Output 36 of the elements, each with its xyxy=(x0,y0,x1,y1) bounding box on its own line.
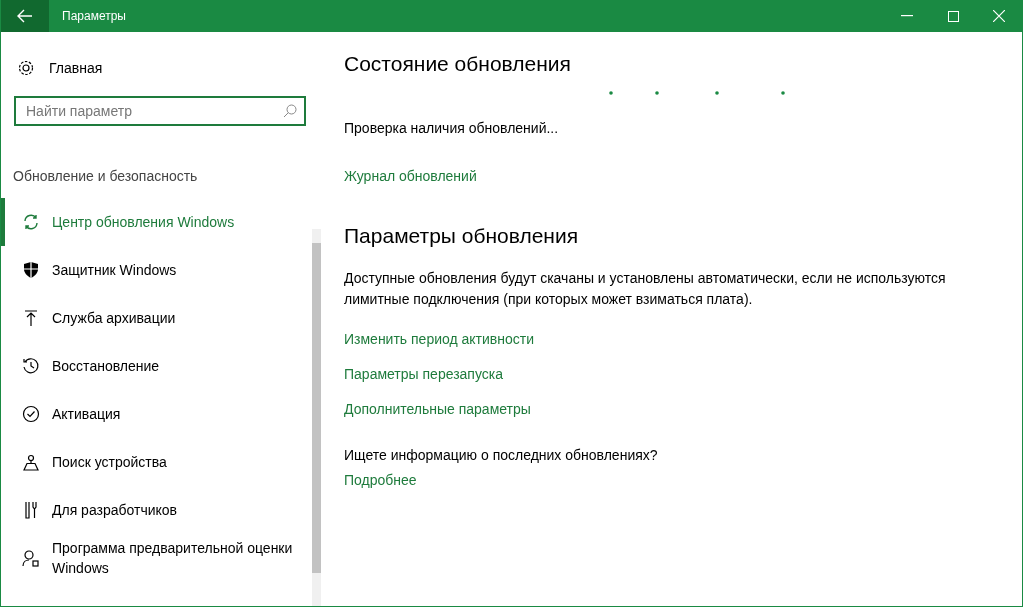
settings-link[interactable]: Изменить период активности xyxy=(344,331,535,347)
nav-item[interactable]: Программа предварительной оценки Windows xyxy=(1,534,311,582)
back-button[interactable] xyxy=(1,0,49,32)
check-circle-icon xyxy=(22,405,40,423)
nav-item[interactable]: Активация xyxy=(1,390,311,438)
history-link[interactable]: Журнал обновлений xyxy=(344,168,477,184)
more-info-link[interactable]: Подробнее xyxy=(344,472,417,488)
minimize-icon xyxy=(901,15,913,17)
search-icon xyxy=(283,104,297,118)
settings-link[interactable]: Дополнительные параметры xyxy=(344,401,531,417)
home-link[interactable]: Главная xyxy=(1,32,321,78)
user-badge-icon xyxy=(22,549,40,567)
section-heading: Обновление и безопасность xyxy=(13,168,199,184)
window-title: Параметры xyxy=(62,9,127,23)
tools-icon xyxy=(22,501,40,519)
nav-item[interactable]: Поиск устройства xyxy=(1,438,311,486)
maximize-icon xyxy=(947,10,959,22)
shield-icon xyxy=(22,261,40,279)
section-heading: Параметры обновления xyxy=(344,224,580,248)
nav-item[interactable]: Для разработчиков xyxy=(1,486,311,534)
status-text: Проверка наличия обновлений... xyxy=(344,119,560,138)
nav-item[interactable]: Восстановление xyxy=(1,342,311,390)
close-icon xyxy=(993,10,1005,22)
description-text: Доступные обновления будут скачаны и установлены автоматически, если не используются лимитные подключения (при которых может взиматься плата). xyxy=(344,269,947,309)
nav-item[interactable]: Служба архивации xyxy=(1,294,311,342)
settings-link[interactable]: Параметры перезапуска xyxy=(344,366,503,382)
info-question: Ищете информацию о последних обновлениях? xyxy=(344,446,659,465)
nav-item[interactable]: Защитник Windows xyxy=(1,246,311,294)
settings-icon xyxy=(17,59,35,77)
search-field[interactable]: Найти параметр xyxy=(14,96,306,126)
person-pin-icon xyxy=(22,453,40,471)
section-heading: Состояние обновления xyxy=(344,52,572,76)
upload-arrow-icon xyxy=(22,309,40,327)
history-icon xyxy=(22,357,40,375)
refresh-icon xyxy=(22,213,40,231)
back-arrow-icon xyxy=(17,9,33,23)
